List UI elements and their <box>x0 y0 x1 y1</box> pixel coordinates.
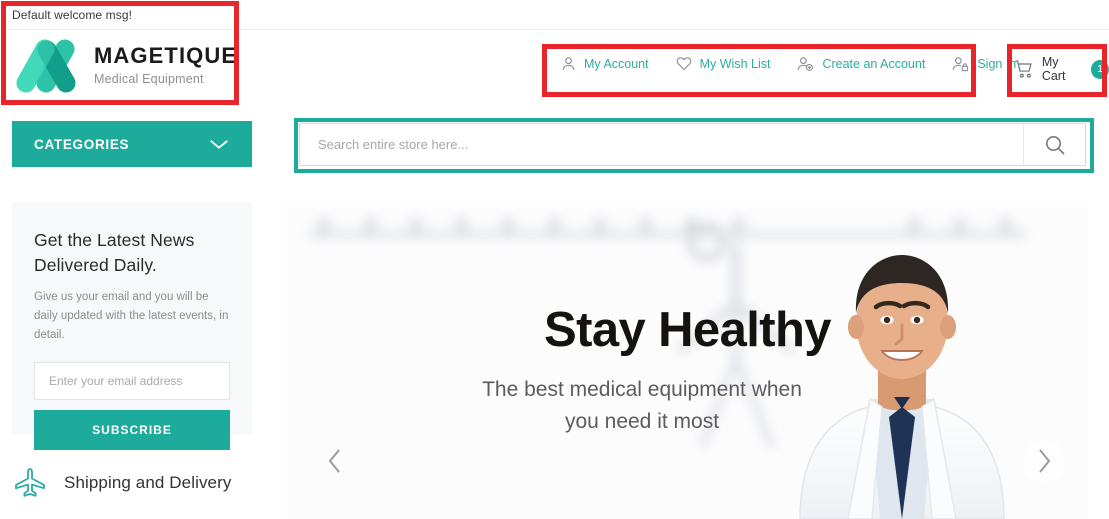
newsletter-panel: Get the Latest News Delivered Daily. Giv… <box>12 202 252 450</box>
chevron-right-icon <box>1039 449 1051 473</box>
nav-create-account[interactable]: Create an Account <box>796 55 925 72</box>
nav-sign-in-label: Sign In <box>977 56 1017 71</box>
shipping-and-delivery[interactable]: Shipping and Delivery <box>12 466 231 500</box>
nav-my-account-label: My Account <box>584 56 649 71</box>
cart-label: My Cart <box>1041 55 1066 83</box>
search-input[interactable] <box>300 124 1023 165</box>
shipping-label: Shipping and Delivery <box>64 473 232 492</box>
nav-my-wish-list[interactable]: My Wish List <box>675 55 771 72</box>
hero-carousel: Stay Healthy The best medical equipment … <box>287 202 1088 519</box>
newsletter-title: Get the Latest News Delivered Daily. <box>34 228 230 279</box>
shopping-cart-icon <box>1015 60 1032 78</box>
brand-tagline: Medical Equipment <box>94 71 204 86</box>
user-icon <box>562 57 575 70</box>
welcome-bar: Default welcome msg! <box>0 0 1109 30</box>
newsletter-title-line1: Get the Latest News <box>34 230 195 250</box>
user-lock-icon <box>953 57 969 72</box>
welcome-message: Default welcome msg! <box>12 7 133 22</box>
logo[interactable]: MAGETIQUE Medical Equipment <box>14 37 237 93</box>
cart-button[interactable]: My Cart 1 <box>1014 55 1109 83</box>
nav-sign-in[interactable]: Sign In <box>951 55 1016 72</box>
magetique-m-logo-icon <box>16 39 76 93</box>
search-icon <box>1045 135 1065 155</box>
cart-count-badge: 1 <box>1091 59 1109 79</box>
brand-name: MAGETIQUE <box>94 43 238 69</box>
newsletter-email-input[interactable] <box>34 361 230 400</box>
newsletter-subscribe-button[interactable]: SUBSCRIBE <box>34 409 230 450</box>
doctor-photo <box>799 255 1005 519</box>
categories-dropdown[interactable]: CATEGORIES <box>12 121 252 167</box>
search-bar <box>299 123 1086 166</box>
logo-text-block: MAGETIQUE Medical Equipment <box>94 43 238 86</box>
carousel-next-button[interactable] <box>1023 440 1065 482</box>
search-button[interactable] <box>1023 124 1085 165</box>
newsletter-title-line2: Delivered Daily. <box>34 255 157 276</box>
chevron-down-icon <box>210 140 228 149</box>
newsletter-description: Give us your email and you will be daily… <box>34 290 229 341</box>
page-root: Default welcome msg! MAGETIQUE Medical E… <box>0 0 1109 519</box>
nav-my-account[interactable]: My Account <box>560 55 649 72</box>
categories-label: CATEGORIES <box>34 136 130 152</box>
account-navigation: My Account My Wish List Create an Accoun… <box>560 55 1016 72</box>
user-plus-icon <box>798 57 814 71</box>
airplane-icon <box>15 468 45 497</box>
carousel-prev-button[interactable] <box>314 440 356 482</box>
chevron-left-icon <box>328 449 340 473</box>
heart-icon <box>676 57 691 71</box>
nav-my-wish-list-label: My Wish List <box>699 56 771 71</box>
nav-create-account-label: Create an Account <box>822 56 926 71</box>
site-header: MAGETIQUE Medical Equipment My Account M… <box>0 31 1109 109</box>
